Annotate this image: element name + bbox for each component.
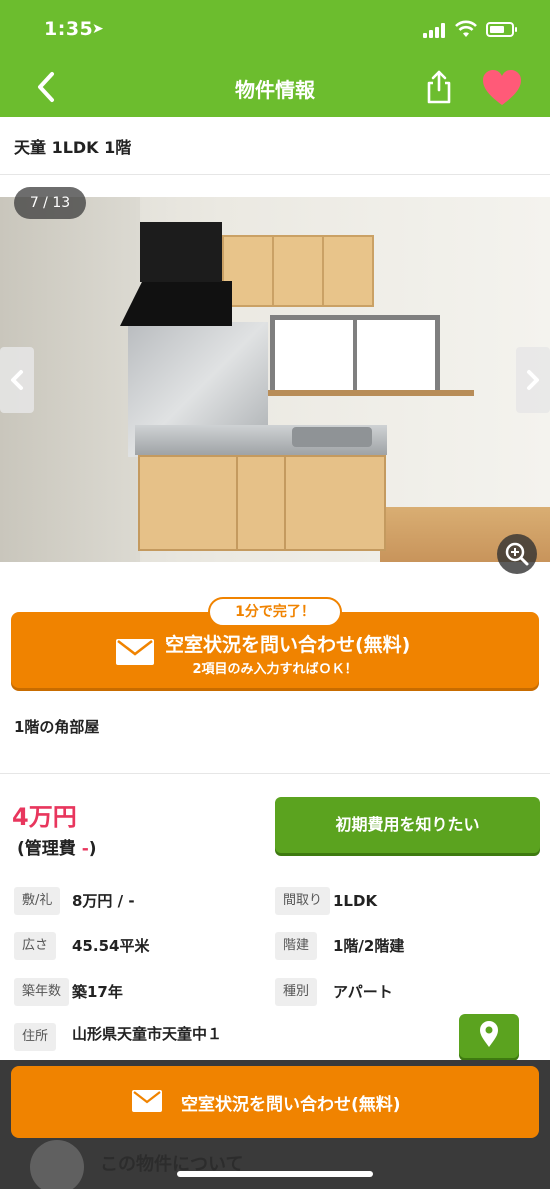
sticky-inquiry-label: 空室状況を問い合わせ(無料) <box>181 1095 401 1115</box>
property-feature: 1階の角部屋 <box>14 718 100 736</box>
spec-value-area: 45.54平米 <box>72 937 150 955</box>
initial-cost-button[interactable]: 初期費用を知りたい <box>275 797 540 853</box>
inquiry-button-sublabel: 2項目のみ入力すればＯＫ！ <box>192 662 358 677</box>
spec-label-address: 住所 <box>14 1023 57 1051</box>
mail-icon <box>132 1090 162 1112</box>
sticky-inquiry-button[interactable]: 空室状況を問い合わせ(無料) <box>11 1066 539 1138</box>
share-icon[interactable] <box>424 68 454 106</box>
property-title: 天童 1LDK 1階 <box>14 138 132 157</box>
divider <box>0 773 550 774</box>
map-button[interactable] <box>459 1014 519 1058</box>
status-bar: 1:35 ➤ <box>0 14 550 48</box>
spec-value-layout: 1LDK <box>333 892 378 910</box>
spec-label-age: 築年数 <box>14 978 70 1006</box>
spec-label-area: 広さ <box>14 932 57 960</box>
photo-counter: 7 / 13 <box>14 187 86 219</box>
quick-badge: 1分で完了！ <box>208 597 342 627</box>
favorite-heart-icon[interactable] <box>481 68 523 108</box>
signal-icon <box>423 22 449 38</box>
app-header: 1:35 ➤ 物件情報 <box>0 0 550 117</box>
spec-label-deposit: 敷/礼 <box>14 887 61 915</box>
spec-value-type: アパート <box>333 983 393 1001</box>
wifi-icon <box>455 20 477 37</box>
photo-sink <box>292 427 372 447</box>
status-time: 1:35 <box>44 18 94 40</box>
spec-value-floor: 1階/2階建 <box>333 937 405 955</box>
prev-photo-button[interactable] <box>0 347 34 413</box>
battery-icon <box>486 22 517 37</box>
management-fee: (管理費 -) <box>17 839 97 859</box>
property-photo[interactable] <box>0 197 550 562</box>
spec-value-address: 山形県天童市天童中１ <box>72 1025 223 1043</box>
map-pin-icon <box>480 1021 498 1047</box>
divider <box>0 174 550 175</box>
location-arrow-icon: ➤ <box>92 21 104 37</box>
chevron-left-icon <box>11 370 23 390</box>
page-title: 物件情報 <box>235 78 315 102</box>
inquiry-button-label: 空室状況を問い合わせ(無料) <box>165 634 411 656</box>
zoom-button[interactable] <box>497 534 537 574</box>
home-indicator[interactable] <box>177 1171 373 1177</box>
chevron-right-icon <box>527 370 539 390</box>
photo-range-hood <box>140 222 222 282</box>
spec-value-deposit: 8万円 / - <box>72 892 135 910</box>
spec-label-layout: 間取り <box>275 887 331 915</box>
zoom-in-icon <box>505 542 529 566</box>
spec-label-type: 種別 <box>275 978 318 1006</box>
next-photo-button[interactable] <box>516 347 550 413</box>
avatar <box>30 1140 84 1189</box>
photo-window <box>270 315 440 395</box>
photo-upper-cabinet <box>222 235 374 307</box>
spec-value-age: 築17年 <box>72 983 123 1001</box>
photo-lower-cabinet <box>138 455 386 551</box>
spec-label-floor: 階建 <box>275 932 318 960</box>
rent-price: 4万円 <box>12 803 77 831</box>
